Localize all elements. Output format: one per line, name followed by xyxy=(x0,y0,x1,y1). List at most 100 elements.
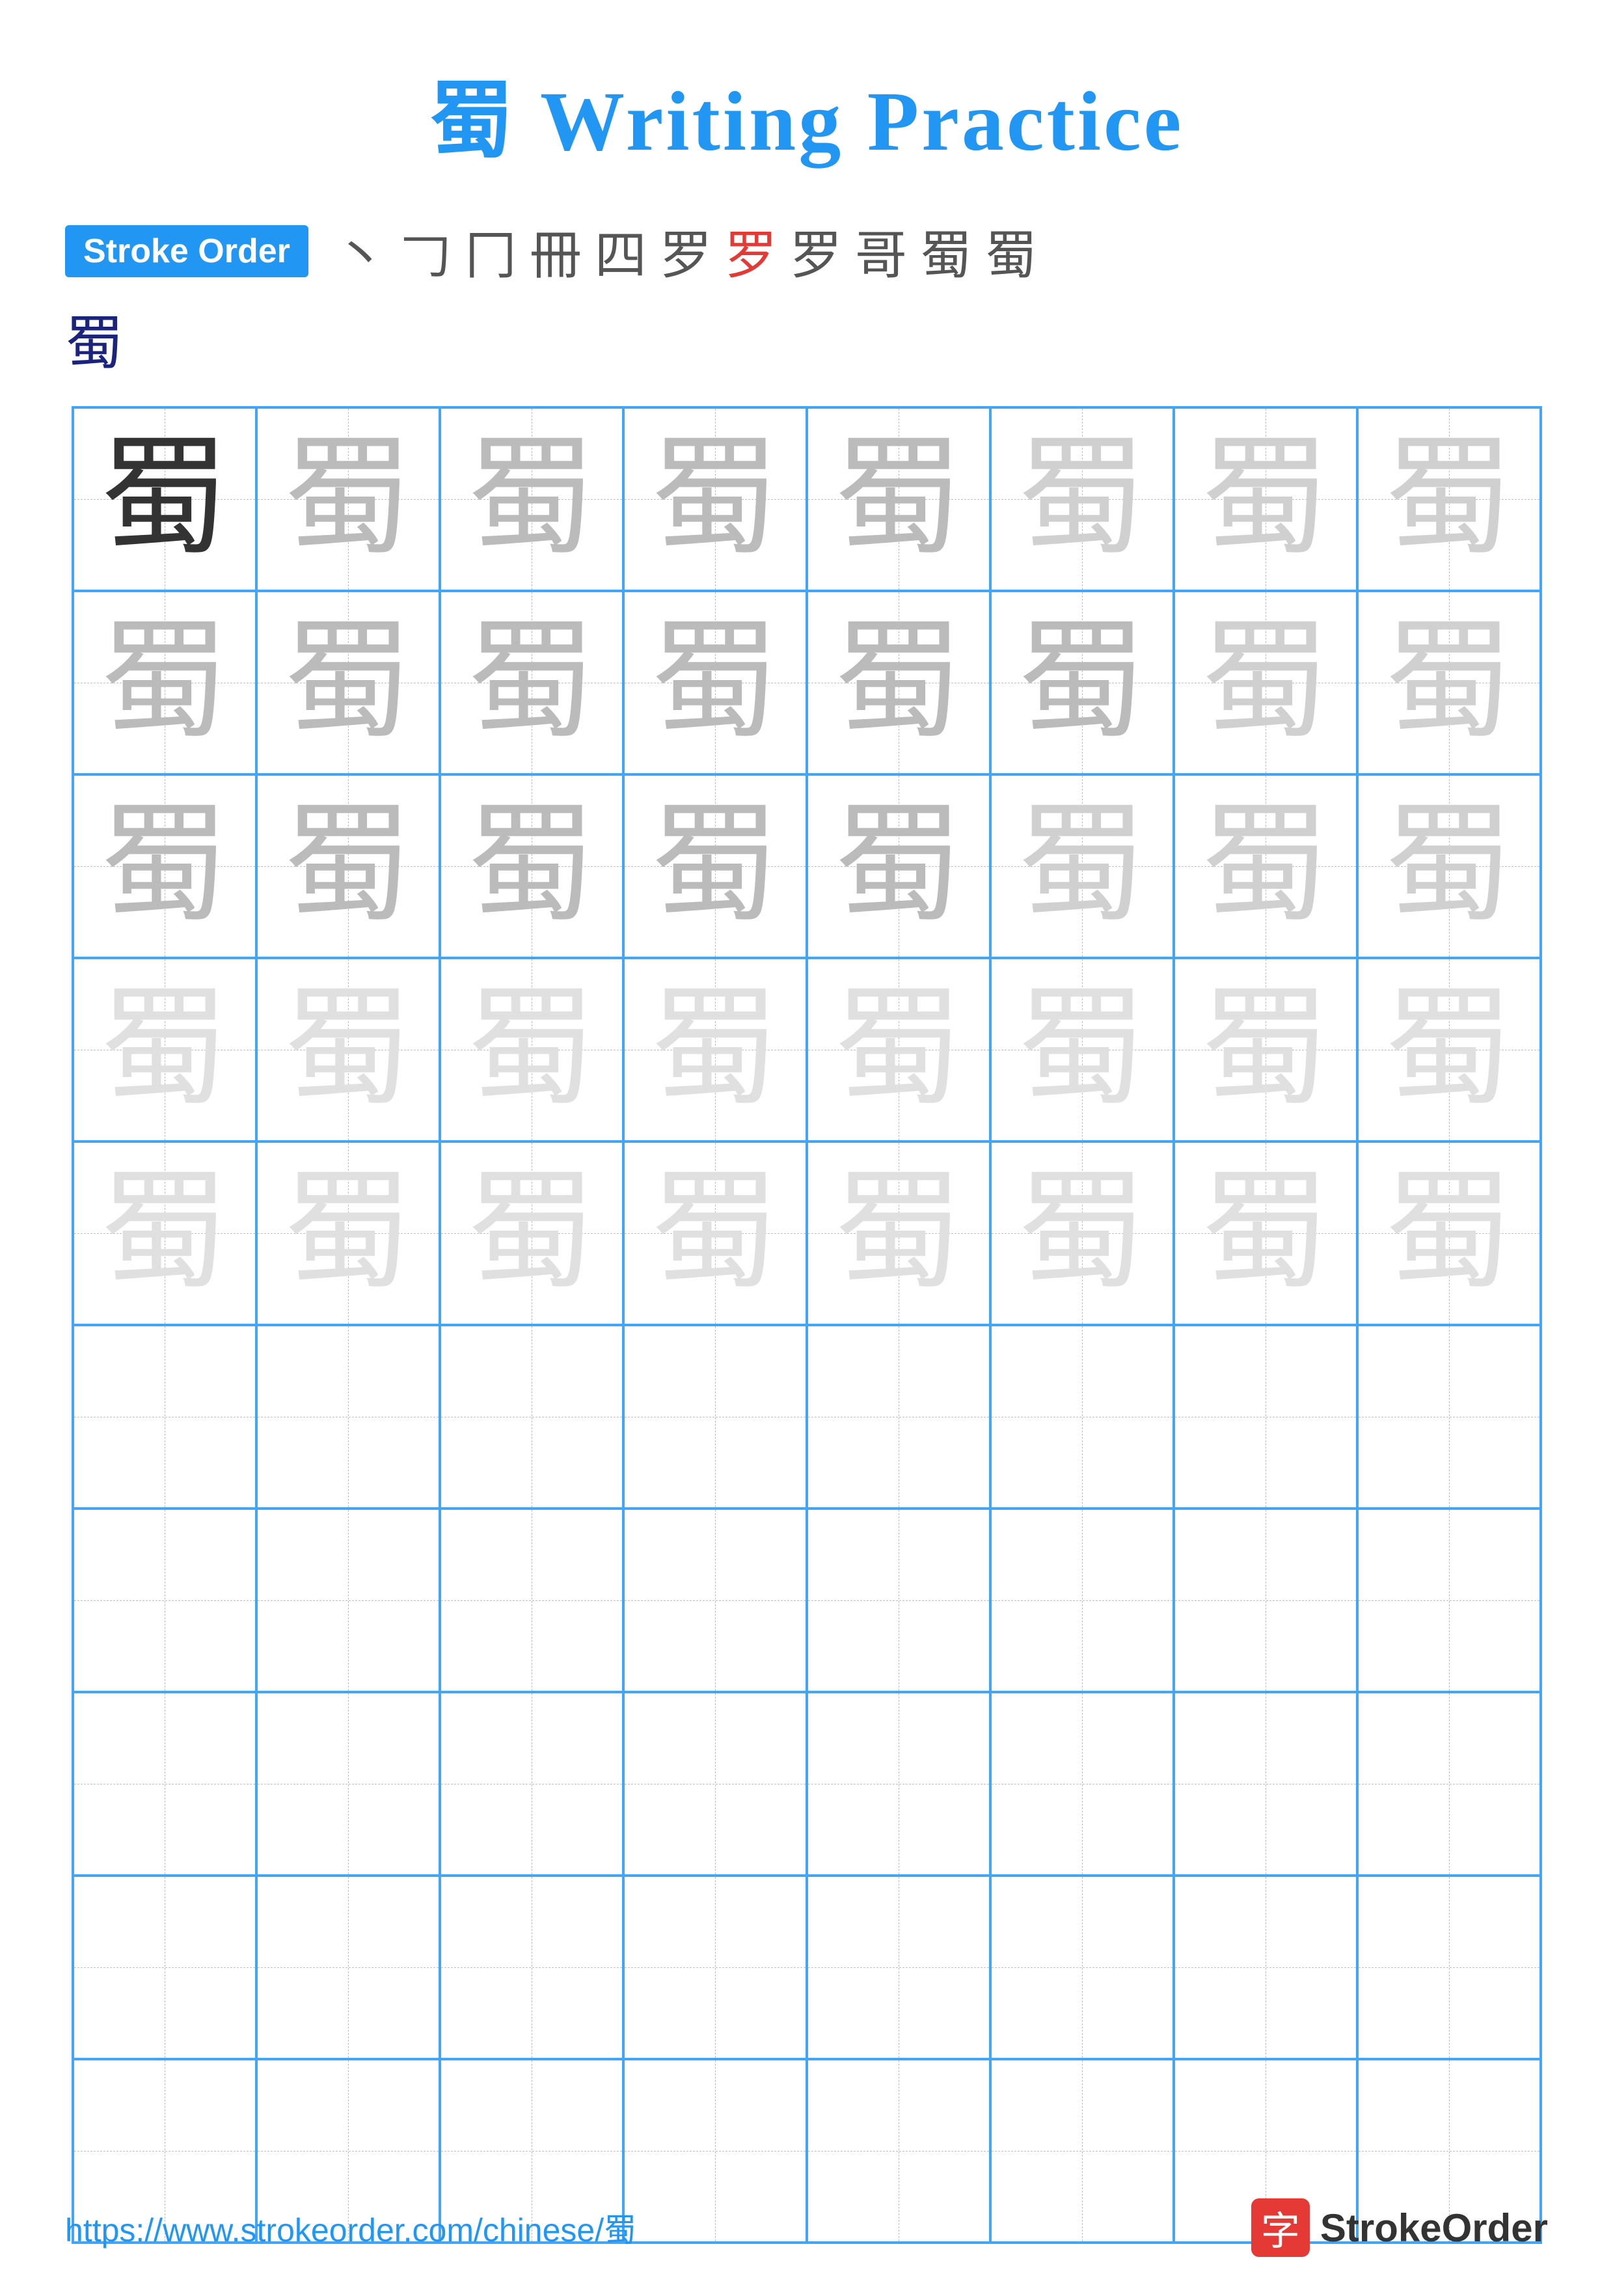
grid-cell[interactable] xyxy=(807,1509,990,1692)
grid-cell[interactable] xyxy=(440,1509,623,1692)
grid-cell[interactable]: 蜀 xyxy=(256,407,440,591)
grid-cell[interactable]: 蜀 xyxy=(440,1141,623,1325)
cell-character: 蜀 xyxy=(99,618,229,748)
grid-row-4[interactable]: 蜀蜀蜀蜀蜀蜀蜀蜀 xyxy=(73,1141,1541,1325)
grid-cell[interactable]: 蜀 xyxy=(1174,958,1357,1141)
practice-grid: 蜀蜀蜀蜀蜀蜀蜀蜀蜀蜀蜀蜀蜀蜀蜀蜀蜀蜀蜀蜀蜀蜀蜀蜀蜀蜀蜀蜀蜀蜀蜀蜀蜀蜀蜀蜀蜀蜀蜀蜀 xyxy=(72,406,1542,2244)
grid-cell[interactable]: 蜀 xyxy=(1174,591,1357,774)
grid-cell[interactable] xyxy=(256,1876,440,2059)
cell-character: 蜀 xyxy=(282,434,413,564)
grid-cell[interactable] xyxy=(623,1692,807,1876)
cell-character: 蜀 xyxy=(1016,1168,1146,1298)
grid-cell[interactable]: 蜀 xyxy=(73,774,256,958)
grid-cell[interactable] xyxy=(807,1325,990,1509)
grid-cell[interactable] xyxy=(990,1876,1174,2059)
grid-cell[interactable] xyxy=(807,1692,990,1876)
grid-cell[interactable]: 蜀 xyxy=(440,774,623,958)
grid-cell[interactable]: 蜀 xyxy=(1174,774,1357,958)
grid-cell[interactable]: 蜀 xyxy=(1357,407,1541,591)
grid-cell[interactable]: 蜀 xyxy=(807,958,990,1141)
grid-cell[interactable] xyxy=(256,1509,440,1692)
grid-cell[interactable]: 蜀 xyxy=(623,407,807,591)
cell-character: 蜀 xyxy=(833,1168,963,1298)
grid-cell[interactable] xyxy=(990,1509,1174,1692)
cell-character: 蜀 xyxy=(1016,434,1146,564)
grid-cell[interactable]: 蜀 xyxy=(807,1141,990,1325)
grid-cell[interactable] xyxy=(1357,1692,1541,1876)
grid-cell[interactable]: 蜀 xyxy=(990,774,1174,958)
cell-character: 蜀 xyxy=(1016,985,1146,1115)
grid-cell[interactable]: 蜀 xyxy=(990,958,1174,1141)
grid-cell[interactable]: 蜀 xyxy=(1357,1141,1541,1325)
grid-cell[interactable] xyxy=(440,1692,623,1876)
grid-cell[interactable] xyxy=(1174,1509,1357,1692)
grid-cell[interactable]: 蜀 xyxy=(807,774,990,958)
grid-cell[interactable] xyxy=(73,1692,256,1876)
grid-cell[interactable]: 蜀 xyxy=(807,591,990,774)
grid-row-1[interactable]: 蜀蜀蜀蜀蜀蜀蜀蜀 xyxy=(73,591,1541,774)
grid-cell[interactable]: 蜀 xyxy=(990,1141,1174,1325)
grid-cell[interactable]: 蜀 xyxy=(623,1141,807,1325)
footer-url: https://www.strokeorder.com/chinese/蜀 xyxy=(65,2204,636,2251)
grid-cell[interactable]: 蜀 xyxy=(623,591,807,774)
grid-cell[interactable] xyxy=(623,1325,807,1509)
grid-row-5[interactable] xyxy=(73,1325,1541,1509)
grid-row-2[interactable]: 蜀蜀蜀蜀蜀蜀蜀蜀 xyxy=(73,774,1541,958)
grid-cell[interactable]: 蜀 xyxy=(807,407,990,591)
grid-cell[interactable]: 蜀 xyxy=(256,958,440,1141)
grid-cell[interactable]: 蜀 xyxy=(990,591,1174,774)
grid-cell[interactable]: 蜀 xyxy=(73,591,256,774)
grid-cell[interactable] xyxy=(807,1876,990,2059)
grid-cell[interactable]: 蜀 xyxy=(623,958,807,1141)
grid-cell[interactable] xyxy=(1174,1876,1357,2059)
grid-cell[interactable] xyxy=(1174,1692,1357,1876)
footer: https://www.strokeorder.com/chinese/蜀 字 … xyxy=(65,2198,1548,2257)
grid-cell[interactable] xyxy=(623,1876,807,2059)
grid-cell[interactable]: 蜀 xyxy=(73,407,256,591)
grid-cell[interactable] xyxy=(990,1325,1174,1509)
grid-cell[interactable]: 蜀 xyxy=(73,958,256,1141)
grid-cell[interactable]: 蜀 xyxy=(256,774,440,958)
cell-character: 蜀 xyxy=(833,985,963,1115)
grid-cell[interactable]: 蜀 xyxy=(1174,1141,1357,1325)
grid-cell[interactable]: 蜀 xyxy=(1357,774,1541,958)
grid-row-0[interactable]: 蜀蜀蜀蜀蜀蜀蜀蜀 xyxy=(73,407,1541,591)
grid-cell[interactable] xyxy=(440,1876,623,2059)
grid-cell[interactable]: 蜀 xyxy=(623,774,807,958)
grid-cell[interactable]: 蜀 xyxy=(440,407,623,591)
grid-cell[interactable]: 蜀 xyxy=(1357,591,1541,774)
stroke-step-1: 丶 xyxy=(334,213,386,289)
cell-character: 蜀 xyxy=(649,434,779,564)
grid-cell[interactable]: 蜀 xyxy=(256,591,440,774)
footer-logo-icon: 字 xyxy=(1251,2198,1310,2257)
cell-character: 蜀 xyxy=(1383,801,1513,931)
grid-cell[interactable] xyxy=(1357,1325,1541,1509)
cell-character: 蜀 xyxy=(1200,434,1330,564)
footer-logo: 字 StrokeOrder xyxy=(1251,2198,1548,2257)
grid-cell[interactable] xyxy=(73,1876,256,2059)
stroke-step-2: 𠃌 xyxy=(400,213,452,289)
grid-cell[interactable] xyxy=(256,1325,440,1509)
grid-cell[interactable] xyxy=(1357,1876,1541,2059)
grid-row-8[interactable] xyxy=(73,1876,1541,2059)
grid-cell[interactable]: 蜀 xyxy=(73,1141,256,1325)
grid-cell[interactable] xyxy=(73,1325,256,1509)
grid-row-3[interactable]: 蜀蜀蜀蜀蜀蜀蜀蜀 xyxy=(73,958,1541,1141)
grid-cell[interactable] xyxy=(1357,1509,1541,1692)
grid-cell[interactable]: 蜀 xyxy=(1174,407,1357,591)
grid-cell[interactable]: 蜀 xyxy=(256,1141,440,1325)
grid-cell[interactable]: 蜀 xyxy=(440,958,623,1141)
grid-cell[interactable] xyxy=(73,1509,256,1692)
grid-cell[interactable] xyxy=(1174,1325,1357,1509)
grid-cell[interactable] xyxy=(623,1509,807,1692)
cell-character: 蜀 xyxy=(833,618,963,748)
grid-cell[interactable]: 蜀 xyxy=(990,407,1174,591)
grid-cell[interactable] xyxy=(990,1692,1174,1876)
grid-cell[interactable]: 蜀 xyxy=(1357,958,1541,1141)
grid-row-6[interactable] xyxy=(73,1509,1541,1692)
grid-row-7[interactable] xyxy=(73,1692,1541,1876)
grid-cell[interactable] xyxy=(440,1325,623,1509)
grid-cell[interactable]: 蜀 xyxy=(440,591,623,774)
grid-cell[interactable] xyxy=(256,1692,440,1876)
footer-logo-text: StrokeOrder xyxy=(1320,2206,1548,2250)
